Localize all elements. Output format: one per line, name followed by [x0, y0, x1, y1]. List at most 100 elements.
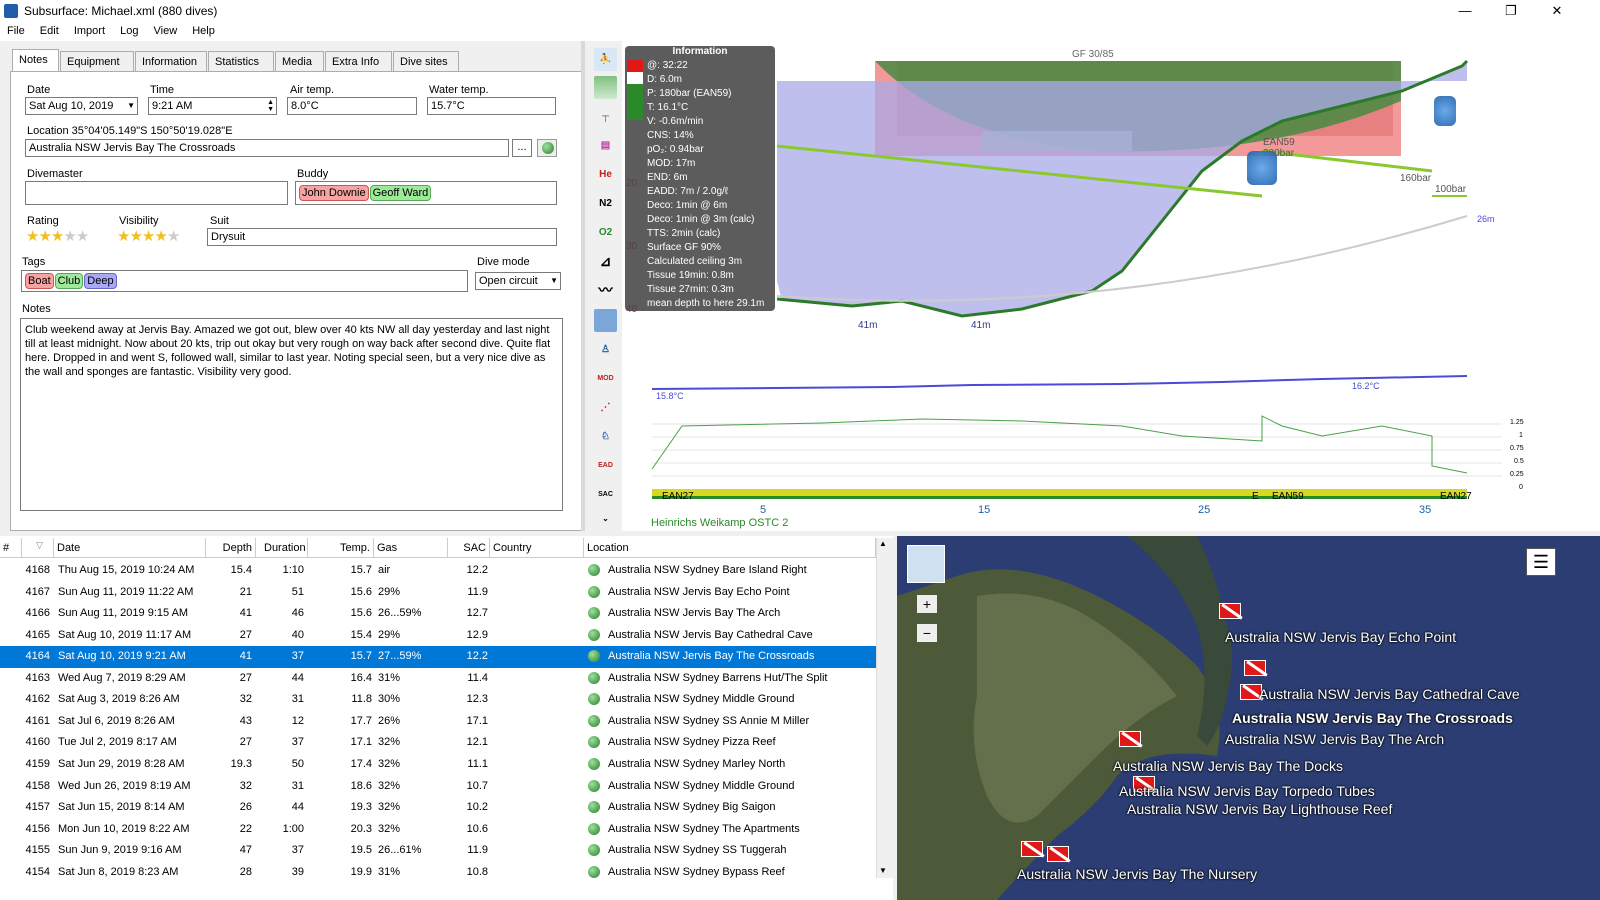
scroll-up-icon[interactable]: ▲	[879, 539, 887, 548]
column-header-temp[interactable]: Temp.	[308, 538, 374, 558]
dive-flag-icon[interactable]	[1219, 603, 1241, 619]
map-label[interactable]: Australia NSW Jervis Bay The Crossroads	[1232, 710, 1513, 726]
table-row[interactable]: 4162 Sat Aug 3, 2019 8:26 AM 32 31 11.8 30% 12…	[0, 689, 876, 711]
star-icon[interactable]: ★	[51, 228, 64, 245]
dive-flag-icon[interactable]	[1047, 846, 1069, 862]
menu-edit[interactable]: Edit	[28, 22, 59, 37]
star-icon[interactable]: ★	[129, 228, 142, 245]
table-row[interactable]: 4155 Sun Jun 9, 2019 9:16 AM 47 37 19.5 26...…	[0, 840, 876, 862]
tag-chip[interactable]: Deep	[84, 273, 117, 289]
scroll-down-icon[interactable]: ▼	[879, 866, 887, 875]
column-header-number[interactable]: #	[0, 538, 22, 558]
map-label[interactable]: Australia NSW Jervis Bay Torpedo Tubes	[1119, 783, 1375, 799]
divemode-select[interactable]: Open circuit ▼	[475, 272, 561, 290]
tab-extra-info[interactable]: Extra Info	[325, 51, 392, 71]
graph-icon[interactable]: 〰	[594, 279, 617, 302]
table-row[interactable]: 4164 Sat Aug 10, 2019 9:21 AM 41 37 15.7 27..…	[0, 646, 876, 668]
restore-button[interactable]: ❐	[1488, 0, 1534, 22]
tags-field[interactable]: Boat Club Deep	[21, 270, 468, 292]
divemaster-field[interactable]	[25, 181, 288, 205]
notes-textarea[interactable]: Club weekend away at Jervis Bay. Amazed …	[20, 318, 563, 511]
zoom-out-button[interactable]: −	[917, 624, 937, 642]
water-temp-field[interactable]: 15.7°C	[427, 97, 556, 115]
star-icon[interactable]: ★	[142, 228, 155, 245]
buddy-chip[interactable]: John Downie	[299, 185, 369, 201]
dive-map[interactable]: + − ☰ Australia NSW Jervis Bay Echo Poin…	[897, 536, 1600, 900]
map-label[interactable]: Australia NSW Jervis Bay Cathedral Cave	[1259, 686, 1520, 702]
table-row[interactable]: 4161 Sat Jul 6, 2019 8:26 AM 43 12 17.7 26% 17…	[0, 711, 876, 733]
profile-icon[interactable]: ⛹	[594, 48, 617, 71]
column-header-date[interactable]: Date	[54, 538, 206, 558]
table-row[interactable]: 4156 Mon Jun 10, 2019 8:22 AM 22 1:00 20.3 32…	[0, 819, 876, 841]
menu-help[interactable]: Help	[180, 22, 215, 37]
map-label[interactable]: Australia NSW Jervis Bay The Arch	[1225, 731, 1444, 747]
star-icon[interactable]: ★	[76, 228, 89, 245]
menu-log[interactable]: Log	[108, 22, 138, 37]
planner-icon[interactable]: ⋰	[594, 396, 617, 419]
close-button[interactable]: ✕	[1534, 0, 1580, 22]
date-field[interactable]: Sat Aug 10, 2019 ▼	[25, 97, 138, 115]
dive-flag-icon[interactable]	[1119, 731, 1141, 747]
table-row[interactable]: 4157 Sat Jun 15, 2019 8:14 AM 26 44 19.3 32% 1…	[0, 797, 876, 819]
sort-indicator-icon[interactable]: ▽	[22, 538, 54, 558]
diver-icon[interactable]: ♙	[594, 338, 617, 361]
minimap-thumbnail[interactable]	[907, 545, 945, 583]
dive-flag-icon[interactable]	[1021, 841, 1043, 857]
star-icon[interactable]: ★	[26, 228, 39, 245]
globe-button[interactable]	[537, 139, 557, 157]
table-row[interactable]: 4159 Sat Jun 29, 2019 8:28 AM 19.3 50 17.4 32…	[0, 754, 876, 776]
helium-button[interactable]: He	[594, 163, 617, 186]
dive-flag-icon[interactable]	[1244, 660, 1266, 676]
column-header-duration[interactable]: Duration	[256, 538, 308, 558]
buddy-field[interactable]: John Downie Geoff Ward	[295, 181, 557, 205]
mod-icon[interactable]: ⊿	[594, 250, 617, 273]
location-field[interactable]: Australia NSW Jervis Bay The Crossroads	[25, 139, 509, 157]
star-icon[interactable]: ★	[63, 228, 76, 245]
table-row[interactable]: 4154 Sat Jun 8, 2019 8:23 AM 28 39 19.9 31% 10…	[0, 862, 876, 884]
table-row[interactable]: 4163 Wed Aug 7, 2019 8:29 AM 27 44 16.4 31% 11…	[0, 668, 876, 690]
map-menu-button[interactable]: ☰	[1526, 548, 1556, 576]
star-icon[interactable]: ★	[38, 228, 51, 245]
ceiling-icon[interactable]	[594, 76, 617, 99]
sac-button[interactable]: SAC	[594, 483, 617, 506]
chevron-down-icon[interactable]: ⌄	[594, 513, 617, 525]
tag-chip[interactable]: Club	[54, 273, 84, 289]
menu-file[interactable]: File	[0, 22, 25, 37]
column-header-depth[interactable]: Depth	[206, 538, 256, 558]
gas-change-icon[interactable]	[1247, 151, 1277, 185]
nitrogen-button[interactable]: N2	[594, 192, 617, 215]
tab-statistics[interactable]: Statistics	[208, 51, 274, 71]
time-field[interactable]: 9:21 AM ▲ ▼	[148, 97, 277, 115]
table-row[interactable]: 4168 Thu Aug 15, 2019 10:24 AM 15.4 1:10 15.…	[0, 560, 876, 582]
table-row[interactable]: 4160 Tue Jul 2, 2019 8:17 AM 27 37 17.1 32% 12…	[0, 732, 876, 754]
map-label[interactable]: Australia NSW Jervis Bay Echo Point	[1225, 629, 1456, 645]
zoom-in-button[interactable]: +	[917, 595, 937, 613]
tab-media[interactable]: Media	[275, 51, 324, 71]
column-header-location[interactable]: Location	[584, 538, 876, 558]
tissue-icon[interactable]: ▤	[594, 134, 617, 157]
tab-notes[interactable]: Notes	[12, 49, 59, 72]
table-row[interactable]: 4165 Sat Aug 10, 2019 11:17 AM 27 40 15.4 29%…	[0, 625, 876, 647]
deco-icon[interactable]: ┬	[594, 105, 617, 128]
map-label[interactable]: Australia NSW Jervis Bay The Nursery	[1017, 866, 1257, 882]
map-label[interactable]: Australia NSW Jervis Bay Lighthouse Reef	[1127, 801, 1392, 817]
buddy-chip[interactable]: Geoff Ward	[369, 185, 432, 201]
tab-dive-sites[interactable]: Dive sites	[393, 51, 459, 71]
air-temp-field[interactable]: 8.0°C	[287, 97, 417, 115]
tag-chip[interactable]: Boat	[25, 273, 54, 289]
rating-stars[interactable]: ★★★★★	[26, 227, 89, 245]
map-icon[interactable]	[594, 309, 617, 332]
column-header-country[interactable]: Country	[490, 538, 584, 558]
table-row[interactable]: 4166 Sun Aug 11, 2019 9:15 AM 41 46 15.6 26..…	[0, 603, 876, 625]
menu-import[interactable]: Import	[62, 22, 105, 37]
column-header-gas[interactable]: Gas	[374, 538, 448, 558]
oxygen-button[interactable]: O2	[594, 221, 617, 244]
spinner-icon[interactable]: ▲ ▼	[267, 99, 274, 113]
star-icon[interactable]: ★	[167, 228, 180, 245]
table-row[interactable]: 4167 Sun Aug 11, 2019 11:22 AM 21 51 15.6 29%…	[0, 582, 876, 604]
mod-button[interactable]: MOD	[594, 367, 617, 390]
column-header-sac[interactable]: SAC	[448, 538, 490, 558]
table-row[interactable]: 4158 Wed Jun 26, 2019 8:19 AM 32 31 18.6 32% 1…	[0, 776, 876, 798]
star-icon[interactable]: ★	[117, 228, 130, 245]
map-label[interactable]: Australia NSW Jervis Bay The Docks	[1113, 758, 1343, 774]
